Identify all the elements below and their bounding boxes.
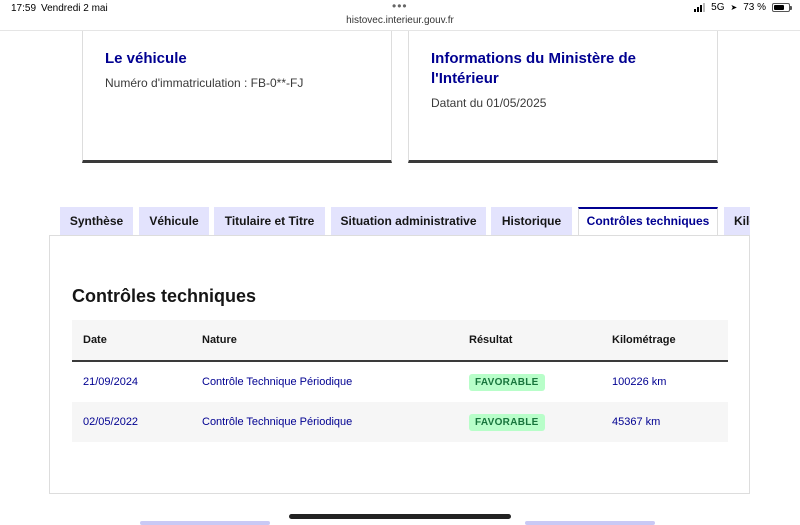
header-nature: Nature (202, 334, 237, 346)
signal-icon (694, 3, 706, 12)
location-icon: ➤ (730, 3, 738, 12)
network-label: 5G (711, 2, 725, 13)
tab-bar: Synthèse Véhicule Titulaire et Titre Sit… (60, 207, 750, 236)
status-time: 17:59 (11, 3, 37, 14)
registration-number: Numéro d'immatriculation : FB-0**-FJ (105, 76, 304, 90)
tab-controles-techniques[interactable]: Contrôles techniques (578, 207, 718, 236)
table-row: 02/05/2022 Contrôle Technique Périodique… (72, 402, 728, 442)
ministry-card-title-line2: l'Intérieur (431, 70, 499, 87)
partial-button-left (140, 521, 270, 525)
row-date: 02/05/2022 (83, 416, 139, 428)
ministry-card-date: Datant du 01/05/2025 (431, 96, 547, 110)
ministry-card: Informations du Ministère de l'Intérieur… (408, 31, 718, 163)
tab-situation-administrative[interactable]: Situation administrative (331, 207, 486, 236)
url-bar[interactable]: histovec.interieur.gouv.fr (0, 15, 800, 26)
row-nature: Contrôle Technique Périodique (202, 416, 353, 428)
result-badge: FAVORABLE (469, 413, 545, 431)
row-result: FAVORABLE (469, 362, 545, 402)
vehicle-card-title: Le véhicule (105, 50, 187, 67)
header-date: Date (83, 334, 107, 346)
table-header: Date Nature Résultat Kilométrage (72, 320, 728, 362)
technical-controls-table: Date Nature Résultat Kilométrage 21/09/2… (72, 320, 728, 442)
tab-titulaire[interactable]: Titulaire et Titre (214, 207, 325, 236)
battery-percent: 73 % (743, 2, 766, 13)
result-badge: FAVORABLE (469, 373, 545, 391)
tab-vehicule[interactable]: Véhicule (139, 207, 209, 236)
ministry-card-title-line1: Informations du Ministère de (431, 50, 637, 67)
table-row: 21/09/2024 Contrôle Technique Périodique… (72, 362, 728, 402)
url-text: histovec.interieur.gouv.fr (346, 15, 454, 26)
partial-button-right (525, 521, 655, 525)
status-date: Vendredi 2 mai (41, 3, 108, 14)
header-result: Résultat (469, 334, 513, 346)
home-indicator[interactable] (289, 514, 511, 519)
row-result: FAVORABLE (469, 402, 545, 442)
row-nature: Contrôle Technique Périodique (202, 376, 353, 388)
row-mileage: 100226 km (612, 376, 667, 388)
tab-historique[interactable]: Historique (491, 207, 572, 236)
vehicle-card: Le véhicule Numéro d'immatriculation : F… (82, 31, 392, 163)
section-title: Contrôles techniques (72, 286, 257, 306)
header-mileage: Kilométrage (612, 334, 676, 346)
row-date: 21/09/2024 (83, 376, 139, 388)
row-mileage: 45367 km (612, 416, 661, 428)
battery-icon (772, 3, 792, 12)
more-dots-icon[interactable]: ••• (392, 0, 408, 13)
tab-kilometrage[interactable]: Kilométrage (724, 207, 750, 236)
tab-synthese[interactable]: Synthèse (60, 207, 133, 236)
status-bar: 17:59 Vendredi 2 mai ••• histovec.interi… (0, 0, 800, 31)
